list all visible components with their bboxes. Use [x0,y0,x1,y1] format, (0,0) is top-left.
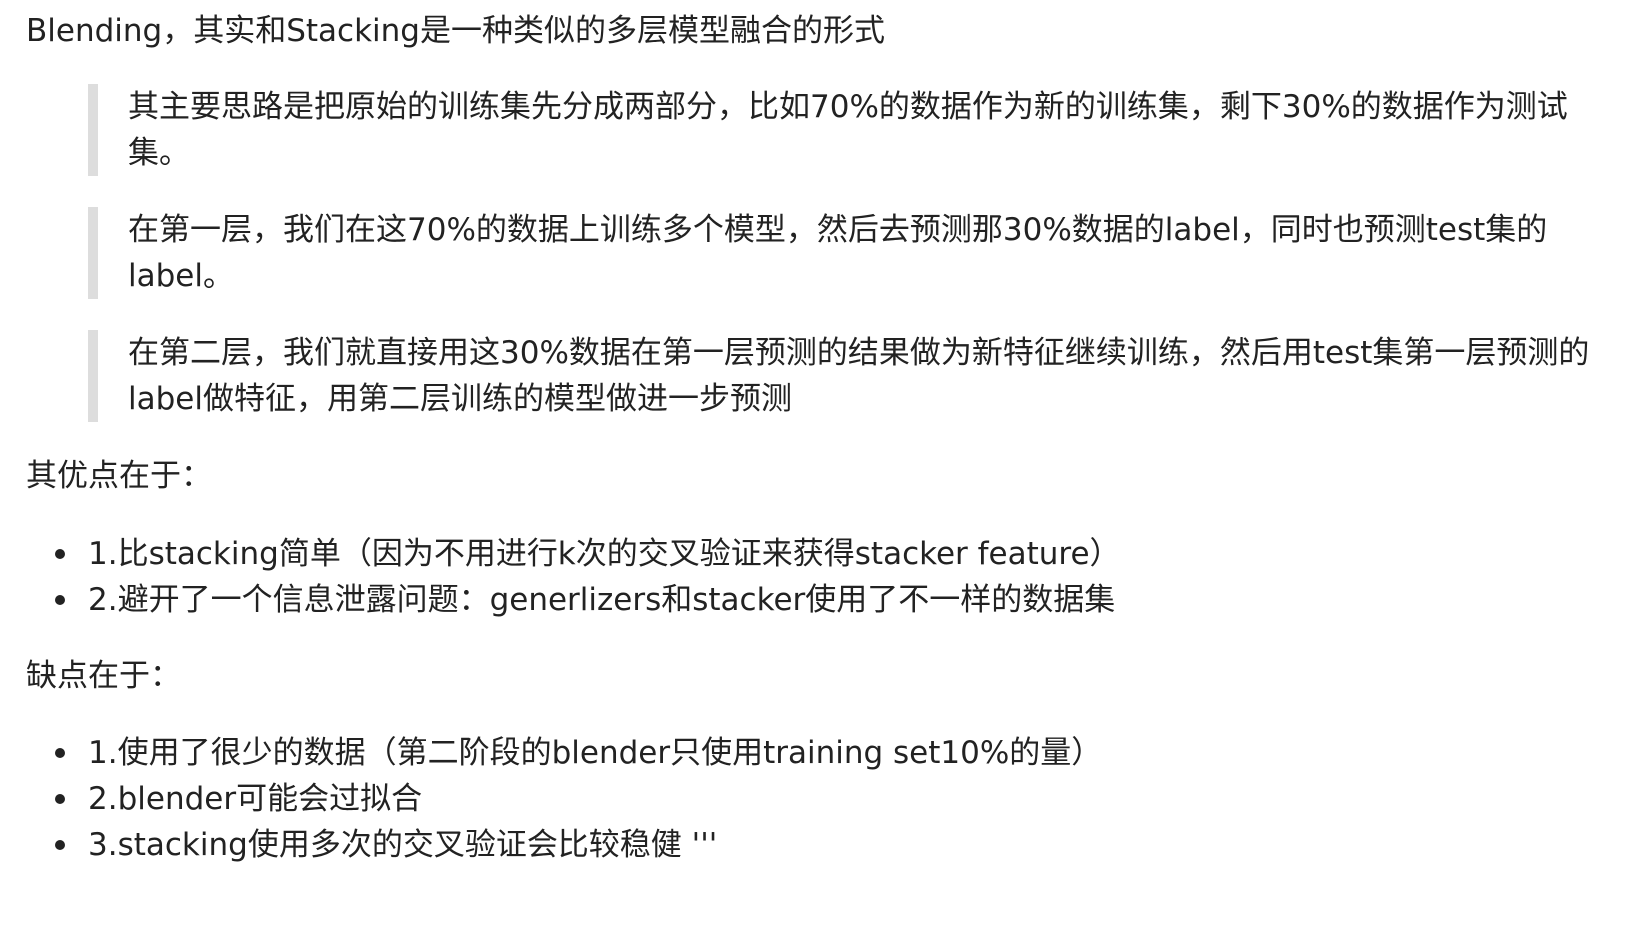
list-item: 1.比stacking简单（因为不用进行k次的交叉验证来获得stacker fe… [0,531,1121,577]
list-item: 3.stacking使用多次的交叉验证会比较稳健 ''' [0,822,1102,868]
bullet-icon [55,840,65,850]
list-item-text: 1.比stacking简单（因为不用进行k次的交叉验证来获得stacker fe… [88,536,1121,572]
bullet-icon [55,549,65,559]
advantages-heading: 其优点在于： [26,458,212,494]
blockquote-3: 在第二层，我们就直接用这30%数据在第一层预测的结果做为新特征继续训练，然后用t… [88,330,1618,422]
blockquote-text: 在第一层，我们在这70%的数据上训练多个模型，然后去预测那30%数据的label… [128,212,1548,294]
intro-paragraph: Blending，其实和Stacking是一种类似的多层模型融合的形式 [26,13,885,49]
bullet-icon [55,748,65,758]
disadvantages-list: 1.使用了很少的数据（第二阶段的blender只使用training set10… [0,730,1102,868]
blockquote-text: 其主要思路是把原始的训练集先分成两部分，比如70%的数据作为新的训练集，剩下30… [128,89,1568,171]
document: Blending，其实和Stacking是一种类似的多层模型融合的形式 其主要思… [0,0,1632,934]
bullet-icon [55,794,65,804]
list-item: 1.使用了很少的数据（第二阶段的blender只使用training set10… [0,730,1102,776]
list-item: 2.blender可能会过拟合 [0,776,1102,822]
list-item-text: 3.stacking使用多次的交叉验证会比较稳健 ''' [88,827,718,863]
blockquote-2: 在第一层，我们在这70%的数据上训练多个模型，然后去预测那30%数据的label… [88,207,1618,299]
list-item: 2.避开了一个信息泄露问题：generlizers和stacker使用了不一样的… [0,577,1121,623]
advantages-list: 1.比stacking简单（因为不用进行k次的交叉验证来获得stacker fe… [0,531,1121,623]
blockquote-1: 其主要思路是把原始的训练集先分成两部分，比如70%的数据作为新的训练集，剩下30… [88,84,1618,176]
blockquote-text: 在第二层，我们就直接用这30%数据在第一层预测的结果做为新特征继续训练，然后用t… [128,335,1590,417]
list-item-text: 2.blender可能会过拟合 [88,781,423,817]
list-item-text: 1.使用了很少的数据（第二阶段的blender只使用training set10… [88,735,1103,771]
bullet-icon [55,595,65,605]
disadvantages-heading: 缺点在于： [26,658,181,694]
list-item-text: 2.避开了一个信息泄露问题：generlizers和stacker使用了不一样的… [88,582,1116,618]
